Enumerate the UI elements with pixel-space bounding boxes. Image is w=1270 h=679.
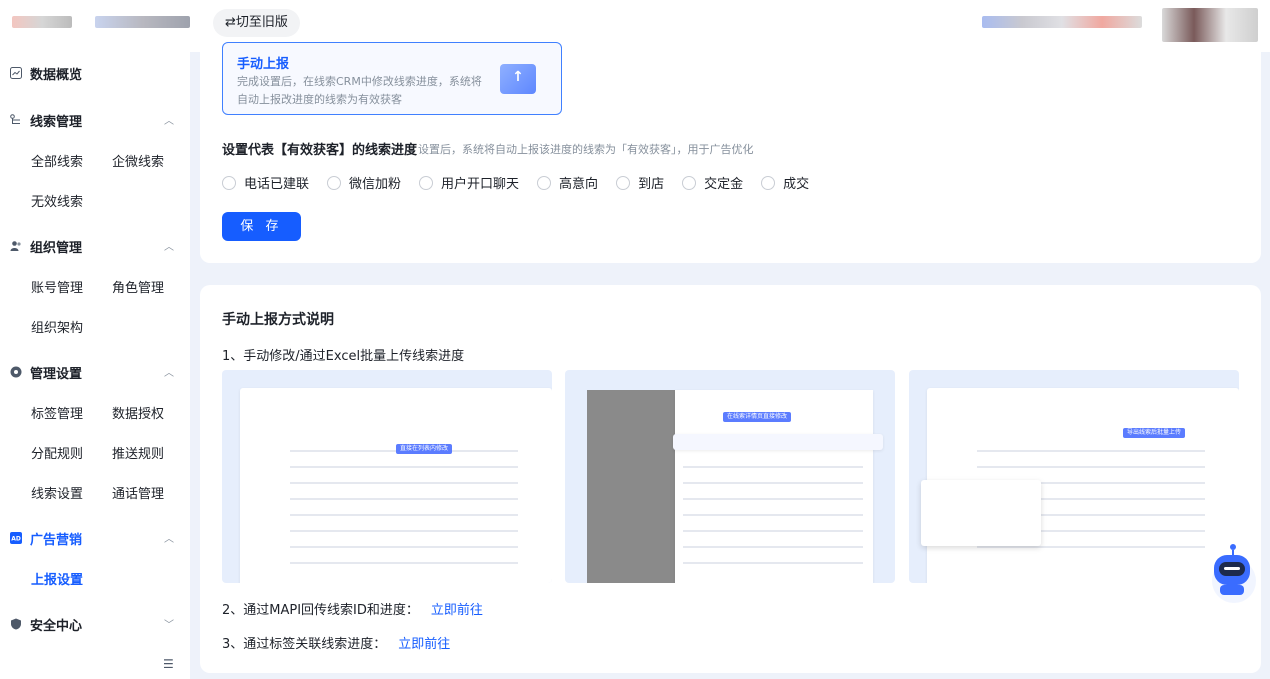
switch-old-version-button[interactable]: ⇄切至旧版 <box>213 9 300 37</box>
sidebar-item-roles[interactable]: 角色管理 <box>112 277 164 296</box>
top-bar: ⇄切至旧版 <box>0 0 1270 52</box>
sidebar-group-label: 线索管理 <box>30 114 83 130</box>
screenshot-callout: 直接在列表内修改 <box>396 444 453 454</box>
sidebar-group-label: 组织管理 <box>30 240 83 256</box>
chevron-up-icon[interactable]: ︿ <box>163 116 175 128</box>
sidebar-group-settings[interactable]: 管理设置 <box>10 362 82 382</box>
radio-circle-icon[interactable] <box>419 175 434 190</box>
radio-label: 微信加粉 <box>349 177 402 192</box>
sidebar-group-label: 安全中心 <box>30 618 83 634</box>
brand-name <box>95 16 190 28</box>
radio-circle-icon[interactable] <box>616 175 631 190</box>
brand-logo <box>12 16 72 28</box>
section-hint: 设置后，系统将自动上报该进度的线索为「有效获客」，用于广告优化 <box>418 143 754 156</box>
radio-label: 电话已建联 <box>244 177 310 192</box>
sidebar-group-label: 数据概览 <box>30 67 83 83</box>
sidebar-group-security[interactable]: 安全中心 <box>10 614 82 634</box>
chevron-up-icon[interactable]: ︿ <box>163 368 175 380</box>
radio-option[interactable]: 交定金 <box>682 173 743 192</box>
radio-option[interactable]: 微信加粉 <box>327 173 401 192</box>
chart-icon <box>10 67 22 79</box>
guide-title: 手动上报方式说明 <box>222 312 334 328</box>
manual-report-option[interactable]: 手动上报 完成设置后，在线索CRM中修改线索进度，系统将自动上报改进度的线索为有… <box>222 42 562 115</box>
sidebar-item-wecom-leads[interactable]: 企微线索 <box>112 151 164 170</box>
sidebar-group-label: 广告营销 <box>30 532 83 548</box>
gear-icon <box>10 366 22 378</box>
guide-step-3-text: 3、通过标签关联线索进度： <box>222 637 387 652</box>
guide-screenshot-list-edit: 直接在列表内修改 <box>222 370 552 583</box>
account-info[interactable] <box>982 16 1142 28</box>
upload-icon: ↑ <box>500 64 536 94</box>
sidebar-group-leads[interactable]: 线索管理 <box>10 110 82 130</box>
go-mapi-link[interactable]: 立即前往 <box>431 603 483 618</box>
sidebar-group-ad-marketing[interactable]: AD 广告营销 <box>10 528 82 548</box>
screenshot-callout: 导出线索后批量上传 <box>1123 428 1186 438</box>
svg-text:AD: AD <box>11 536 21 543</box>
collapse-menu-icon[interactable]: ☰ <box>163 657 174 671</box>
radio-circle-icon[interactable] <box>327 175 342 190</box>
guide-step-2-text: 2、通过MAPI回传线索ID和进度： <box>222 603 419 618</box>
guide-step-2: 2、通过MAPI回传线索ID和进度： 立即前往 <box>222 599 483 618</box>
sidebar: 数据概览 线索管理 ︿ 全部线索 企微线索 无效线索 组织管理 ︿ 账号管理 角… <box>0 52 190 679</box>
radio-label: 到店 <box>638 177 665 192</box>
radio-label: 交定金 <box>704 177 744 192</box>
go-tag-link[interactable]: 立即前往 <box>398 637 450 652</box>
guide-step-3: 3、通过标签关联线索进度： 立即前往 <box>222 633 450 652</box>
sidebar-item-invalid-leads[interactable]: 无效线索 <box>31 191 83 210</box>
radio-option[interactable]: 电话已建联 <box>222 173 309 192</box>
radio-circle-icon[interactable] <box>761 175 776 190</box>
section-title: 设置代表【有效获客】的线索进度 <box>222 143 418 158</box>
sidebar-item-call-mgmt[interactable]: 通话管理 <box>112 483 164 502</box>
shield-icon <box>10 618 22 630</box>
chevron-down-icon[interactable]: ﹀ <box>163 620 175 632</box>
sidebar-item-report-settings[interactable]: 上报设置 <box>31 569 83 588</box>
screenshot-callout: 在线索详情页直接修改 <box>723 412 792 422</box>
avatar[interactable] <box>1162 8 1258 42</box>
sidebar-item-org-structure[interactable]: 组织架构 <box>31 317 83 336</box>
manual-report-guide-card: 手动上报方式说明 1、手动修改/通过Excel批量上传线索进度 直接在列表内修改… <box>200 285 1261 673</box>
ad-icon: AD <box>10 532 22 544</box>
sidebar-item-assign-rules[interactable]: 分配规则 <box>31 443 83 462</box>
guide-step-1: 1、手动修改/通过Excel批量上传线索进度 <box>222 349 465 364</box>
chevron-up-icon[interactable]: ︿ <box>163 242 175 254</box>
sidebar-item-all-leads[interactable]: 全部线索 <box>31 151 83 170</box>
guide-screenshot-excel-upload: 导出线索后批量上传 <box>909 370 1239 583</box>
people-icon <box>10 240 22 252</box>
radio-option[interactable]: 用户开口聊天 <box>419 173 519 192</box>
radio-label: 高意向 <box>559 177 599 192</box>
chevron-up-icon[interactable]: ︿ <box>163 534 175 546</box>
sidebar-item-accounts[interactable]: 账号管理 <box>31 277 83 296</box>
sidebar-group-label: 管理设置 <box>30 366 83 382</box>
manual-report-title: 手动上报 <box>237 57 290 72</box>
flow-icon <box>10 114 22 126</box>
radio-option[interactable]: 高意向 <box>537 173 598 192</box>
report-settings-card: 手动上报 完成设置后，在线索CRM中修改线索进度，系统将自动上报改进度的线索为有… <box>200 42 1261 263</box>
radio-label: 成交 <box>783 177 810 192</box>
radio-circle-icon[interactable] <box>682 175 697 190</box>
radio-option[interactable]: 成交 <box>761 173 809 192</box>
radio-circle-icon[interactable] <box>537 175 552 190</box>
save-button[interactable]: 保 存 <box>222 212 301 241</box>
sidebar-item-tags[interactable]: 标签管理 <box>31 403 83 422</box>
sidebar-item-push-rules[interactable]: 推送规则 <box>112 443 164 462</box>
progress-radio-group: 电话已建联 微信加粉 用户开口聊天 高意向 到店 交定金 成交 <box>222 173 827 192</box>
radio-option[interactable]: 到店 <box>616 173 664 192</box>
manual-report-desc: 完成设置后，在线索CRM中修改线索进度，系统将自动上报改进度的线索为有效获客 <box>237 75 482 106</box>
sidebar-item-data-auth[interactable]: 数据授权 <box>112 403 164 422</box>
sidebar-group-org[interactable]: 组织管理 <box>10 236 82 256</box>
assistant-robot-icon[interactable] <box>1206 541 1258 605</box>
sidebar-item-lead-settings[interactable]: 线索设置 <box>31 483 83 502</box>
sidebar-group-overview[interactable]: 数据概览 <box>10 63 82 83</box>
radio-circle-icon[interactable] <box>222 175 236 190</box>
guide-screenshot-detail-edit: 在线索详情页直接修改 <box>565 370 895 583</box>
radio-label: 用户开口聊天 <box>441 177 520 192</box>
